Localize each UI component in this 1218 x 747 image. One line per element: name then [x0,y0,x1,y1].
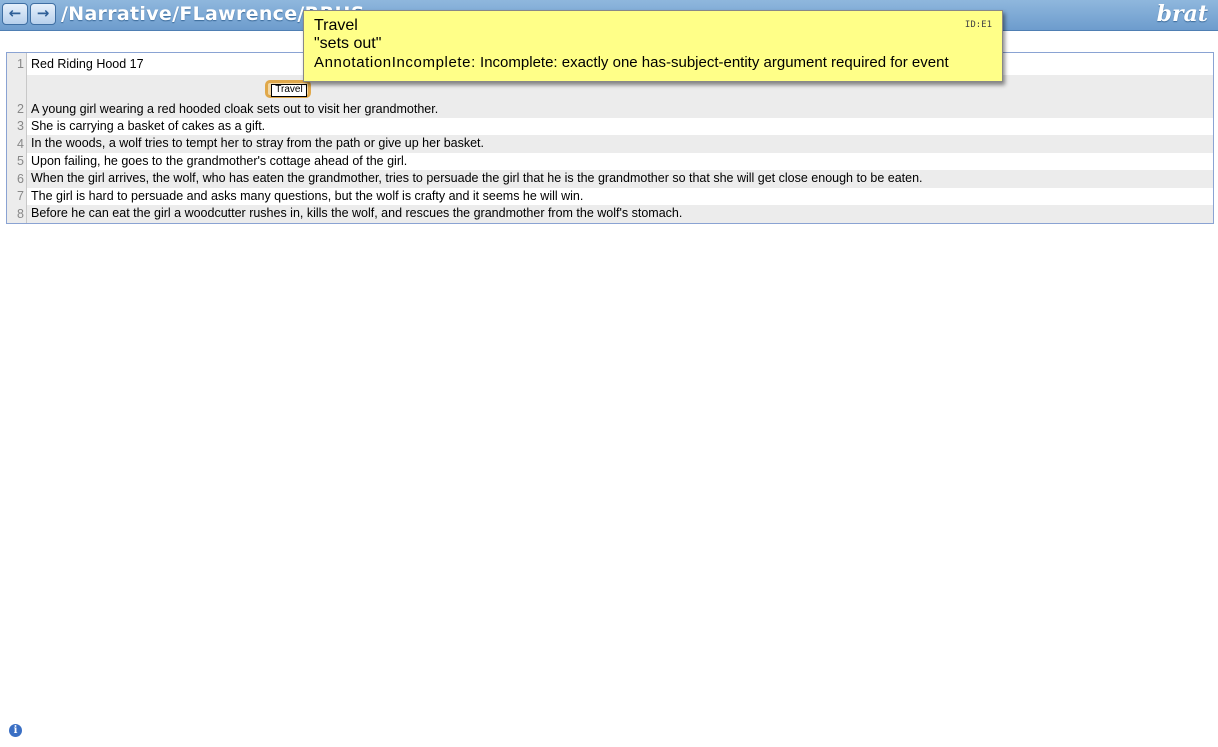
line-text[interactable]: She is carrying a basket of cakes as a g… [31,119,265,133]
arrow-left-icon: ← [8,4,22,22]
text-line[interactable]: 8 Before he can eat the girl a woodcutte… [7,205,1213,223]
text-line[interactable]: 3 She is carrying a basket of cakes as a… [7,118,1213,135]
tooltip-type: Travel [314,17,358,34]
line-text[interactable]: When the girl arrives, the wolf, who has… [31,171,923,185]
text-line[interactable]: 6 When the girl arrives, the wolf, who h… [7,170,1213,188]
prev-document-button[interactable]: ← [2,3,28,25]
line-text[interactable]: In the woods, a wolf tries to tempt her … [31,136,484,150]
tooltip-id: ID:E1 [964,20,992,30]
arrow-right-icon: → [36,4,50,22]
tooltip-span-text: "sets out" [314,35,382,52]
line-number: 5 [7,153,27,170]
line-text[interactable]: A young girl wearing a red hooded cloak … [31,102,438,116]
brat-logo: brat [1156,1,1208,27]
line-number: 1 [7,53,27,75]
line-number: 6 [7,170,27,188]
travel-annotation-span[interactable]: Travel [265,80,311,98]
info-icon[interactable]: i [9,724,22,737]
line-number: 8 [7,205,27,223]
tooltip-comment-text: Incomplete: exactly one has-subject-enti… [475,54,949,71]
text-line[interactable]: 4 In the woods, a wolf tries to tempt he… [7,135,1213,153]
tooltip-comment-type: AnnotationIncomplete: [314,54,476,71]
line-number: 7 [7,188,27,205]
line-text[interactable]: Before he can eat the girl a woodcutter … [31,206,682,220]
line-number: 4 [7,135,27,153]
line-text[interactable]: The girl is hard to persuade and asks ma… [31,189,583,203]
line-number: 3 [7,118,27,135]
text-line[interactable]: 7 The girl is hard to persuade and asks … [7,188,1213,205]
annotation-tooltip: Travel "sets out" AnnotationIncomplete: … [303,10,1003,82]
next-document-button[interactable]: → [30,3,56,25]
text-line[interactable]: 5 Upon failing, he goes to the grandmoth… [7,153,1213,170]
line-text[interactable]: Upon failing, he goes to the grandmother… [31,154,407,168]
line-text[interactable]: Red Riding Hood 17 [31,57,144,71]
line-number: 2 [7,75,27,118]
annotation-label[interactable]: Travel [271,84,307,97]
tooltip-comment: AnnotationIncomplete: Incomplete: exactl… [314,53,992,72]
